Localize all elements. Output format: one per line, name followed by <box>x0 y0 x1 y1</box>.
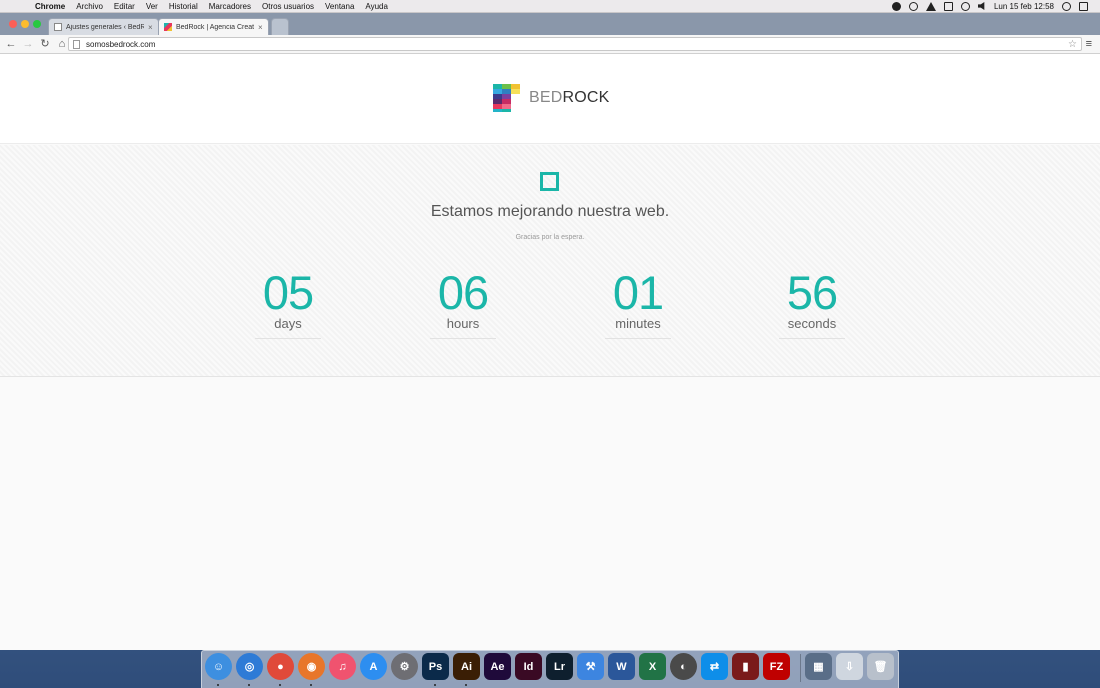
bookmark-star-icon[interactable]: ☆ <box>1068 39 1077 50</box>
dock-running-indicator <box>248 684 250 686</box>
countdown-value: 56 <box>786 266 838 319</box>
countdown-label: hours <box>446 316 480 331</box>
menu-historial[interactable]: Historial <box>169 2 198 11</box>
page-title: Estamos mejorando nuestra web. <box>430 203 670 220</box>
bedrock-logo-text: BEDROCK <box>529 89 610 106</box>
bedrock-favicon-icon <box>164 23 172 31</box>
close-window-button[interactable] <box>9 20 17 28</box>
finder-icon[interactable]: ☺ <box>205 653 232 680</box>
menu-ayuda[interactable]: Ayuda <box>365 2 388 11</box>
xcode-icon[interactable]: ⚒ <box>577 653 604 680</box>
status-app-icon[interactable] <box>891 1 901 11</box>
itunes-icon[interactable]: ♫ <box>329 653 356 680</box>
menu-archivo[interactable]: Archivo <box>76 2 103 11</box>
filezilla-icon[interactable]: FZ <box>763 653 790 680</box>
browser-toolbar: ← → ↻ ⌂ somosbedrock.com ☆ ≡ <box>0 35 1100 54</box>
web-page: BEDROCK Estamos mejorando nuestra web. G… <box>0 54 1100 650</box>
bedrock-logo[interactable]: BEDROCK <box>493 84 610 112</box>
photoshop-icon[interactable]: Ps <box>422 653 449 680</box>
countdown-days: 05 days <box>255 267 321 339</box>
illustrator-icon[interactable]: Ai <box>453 653 480 680</box>
firefox-icon[interactable]: ◉ <box>298 653 325 680</box>
menu-ventana[interactable]: Ventana <box>325 2 354 11</box>
countdown-label: minutes <box>615 316 661 331</box>
dock-separator <box>800 654 801 682</box>
dock-running-indicator <box>279 684 281 686</box>
page-subtitle: Gracias por la espera. <box>515 234 585 241</box>
chrome-icon[interactable]: ● <box>267 653 294 680</box>
new-tab-button[interactable] <box>271 18 289 35</box>
preview-icon[interactable]: ▦ <box>805 653 832 680</box>
bedrock-logo-mark-icon <box>493 84 520 112</box>
page-info-icon[interactable] <box>73 39 80 49</box>
chrome-menu-icon[interactable]: ≡ <box>1086 38 1092 50</box>
countdown-seconds: 56 seconds <box>779 267 845 339</box>
address-bar[interactable]: somosbedrock.com ☆ <box>68 37 1082 51</box>
safari-icon[interactable]: ◎ <box>236 653 263 680</box>
tab-title: Ajustes generales ‹ BedRo <box>66 23 144 31</box>
menu-marcadores[interactable]: Marcadores <box>209 2 251 11</box>
google-drive-icon[interactable] <box>925 1 936 11</box>
close-tab-icon[interactable]: × <box>148 23 153 32</box>
after-effects-icon[interactable]: Ae <box>484 653 511 680</box>
zoom-window-button[interactable] <box>33 20 41 28</box>
tab-bedrock[interactable]: BedRock | Agencia Creati × <box>158 18 269 35</box>
teamviewer-icon[interactable]: ⇄ <box>701 653 728 680</box>
lightroom-icon[interactable]: Lr <box>546 653 573 680</box>
back-icon[interactable]: ← <box>3 35 19 54</box>
status-area: Lun 15 feb 12:58 <box>891 1 1100 11</box>
clock[interactable]: Lun 15 feb 12:58 <box>994 2 1054 11</box>
countdown-hours: 06 hours <box>430 267 496 339</box>
trash-icon[interactable]: 🗑 <box>867 653 894 680</box>
countdown-label: seconds <box>787 316 837 331</box>
tab-ajustes-generales[interactable]: Ajustes generales ‹ BedRo × <box>48 18 159 35</box>
word-icon[interactable]: W <box>608 653 635 680</box>
dock-running-indicator <box>310 684 312 686</box>
square-outline-icon <box>540 172 559 191</box>
dropbox-icon[interactable] <box>943 1 953 11</box>
dock-running-indicator <box>465 684 467 686</box>
dock-running-indicator <box>434 684 436 686</box>
app-store-icon[interactable]: A <box>360 653 387 680</box>
url-text[interactable]: somosbedrock.com <box>86 40 155 49</box>
system-preferences-icon[interactable]: ⚙ <box>391 653 418 680</box>
volume-icon[interactable] <box>977 2 985 10</box>
tab-strip: Ajustes generales ‹ BedRo × BedRock | Ag… <box>0 13 1100 35</box>
forward-icon[interactable]: → <box>20 35 36 54</box>
excel-icon[interactable]: X <box>639 653 666 680</box>
maintenance-hero: Estamos mejorando nuestra web. Gracias p… <box>0 145 1100 377</box>
wifi-icon[interactable] <box>960 1 970 11</box>
countdown-value: 01 <box>612 266 664 319</box>
menu-otros-usuarios[interactable]: Otros usuarios <box>262 2 314 11</box>
countdown-value: 06 <box>437 266 489 319</box>
countdown-minutes: 01 minutes <box>605 267 671 339</box>
spotlight-icon[interactable] <box>1062 1 1071 11</box>
countdown-value: 05 <box>262 266 314 319</box>
creative-cloud-icon[interactable] <box>908 1 918 11</box>
close-tab-icon[interactable]: × <box>258 23 263 32</box>
dock-running-indicator <box>217 684 219 686</box>
battery-app-icon[interactable]: ▮ <box>732 653 759 680</box>
menu-bar: Chrome Archivo Editar Ver Historial Marc… <box>0 0 1100 13</box>
site-header: BEDROCK <box>0 54 1100 144</box>
disk-utility-icon[interactable]: ◐ <box>670 653 697 680</box>
menu-app-name[interactable]: Chrome <box>35 2 65 11</box>
reload-icon[interactable]: ↻ <box>37 35 53 54</box>
tab-title: BedRock | Agencia Creati <box>176 23 254 31</box>
indesign-icon[interactable]: Id <box>515 653 542 680</box>
page-icon <box>54 23 62 31</box>
downloads-icon[interactable]: ⇩ <box>836 653 863 680</box>
notification-center-icon[interactable] <box>1079 1 1088 11</box>
minimize-window-button[interactable] <box>21 20 29 28</box>
countdown-label: days <box>274 316 302 331</box>
menu-ver[interactable]: Ver <box>146 2 158 11</box>
menu-editar[interactable]: Editar <box>114 2 135 11</box>
